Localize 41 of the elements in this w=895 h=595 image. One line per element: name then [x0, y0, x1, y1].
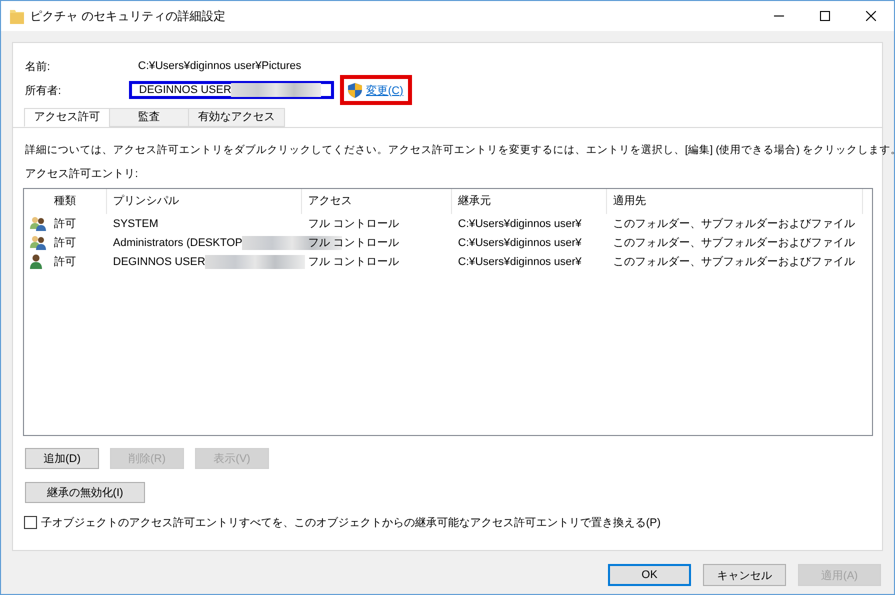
table-cell-text: フル コントロール	[307, 255, 400, 269]
table-cell-text: 許可	[53, 255, 77, 269]
column-header[interactable]: 適用先	[607, 189, 863, 214]
folder-icon	[10, 8, 24, 24]
entries-label: アクセス許可エントリ:	[25, 167, 140, 182]
table-cell: Administrators (DESKTOP	[113, 236, 242, 248]
dialog-button[interactable]: OK	[608, 564, 691, 586]
table-cell-text: C:¥Users¥diginnos user¥	[457, 236, 583, 248]
tab[interactable]: アクセス許可	[24, 108, 110, 127]
column-header[interactable]: 種類	[48, 189, 107, 214]
table-cell-text: C:¥Users¥diginnos user¥	[457, 218, 583, 230]
owner-label: 所有者:	[25, 84, 62, 98]
column-header[interactable]: 継承元	[452, 189, 607, 214]
table-cell-text: 許可	[53, 217, 77, 231]
table-cell-text: このフォルダー、サブフォルダーおよびファイル	[612, 254, 856, 269]
name-label: 名前:	[25, 60, 52, 74]
column-header[interactable]: アクセス	[302, 189, 452, 214]
table-cell-text: フル コントロール	[307, 217, 400, 231]
checkbox-label: 子オブジェクトのアクセス許可エントリすべてを、このオブジェクトからの継承可能なアクセス許可エントリで置き換える(P)	[41, 516, 661, 530]
table-cell-text: C:¥Users¥diginnos user¥	[457, 256, 583, 268]
description-text: 詳細については、アクセス許可エントリをダブルクリックしてください。アクセス許可エントリを変更するには、エントリを選択し、[編集] (使用できる場合) をクリックします。	[25, 143, 895, 158]
table-cell-text: 許可	[53, 236, 77, 250]
dialog-button[interactable]: キャンセル	[703, 564, 786, 586]
checkbox[interactable]	[24, 516, 37, 529]
name-value: C:¥Users¥diginnos user¥Pictures	[138, 60, 302, 72]
owner-value: DEGINNOS USER	[139, 84, 232, 96]
tab[interactable]: 監査	[109, 108, 189, 127]
disable-inheritance-button[interactable]: 継承の無効化(I)	[25, 482, 145, 503]
window-title: ピクチャ のセキュリティの詳細設定	[30, 8, 226, 24]
table-cell-text: このフォルダー、サブフォルダーおよびファイル	[612, 236, 856, 250]
table-cell: DEGINNOS USER	[113, 255, 206, 268]
entry-button[interactable]: 追加(D)	[25, 448, 99, 469]
tab[interactable]: 有効なアクセス	[188, 108, 285, 127]
close-icon[interactable]	[866, 11, 876, 21]
table-cell-text: このフォルダー、サブフォルダーおよびファイル	[612, 216, 856, 231]
shield-icon	[348, 82, 362, 98]
column-header[interactable]: プリンシパル	[107, 189, 302, 214]
change-link[interactable]: 変更(C)	[366, 82, 404, 98]
maximize-icon[interactable]	[820, 11, 830, 21]
table-cell-text: フル コントロール	[307, 236, 400, 250]
table-cell: SYSTEM	[113, 218, 158, 230]
